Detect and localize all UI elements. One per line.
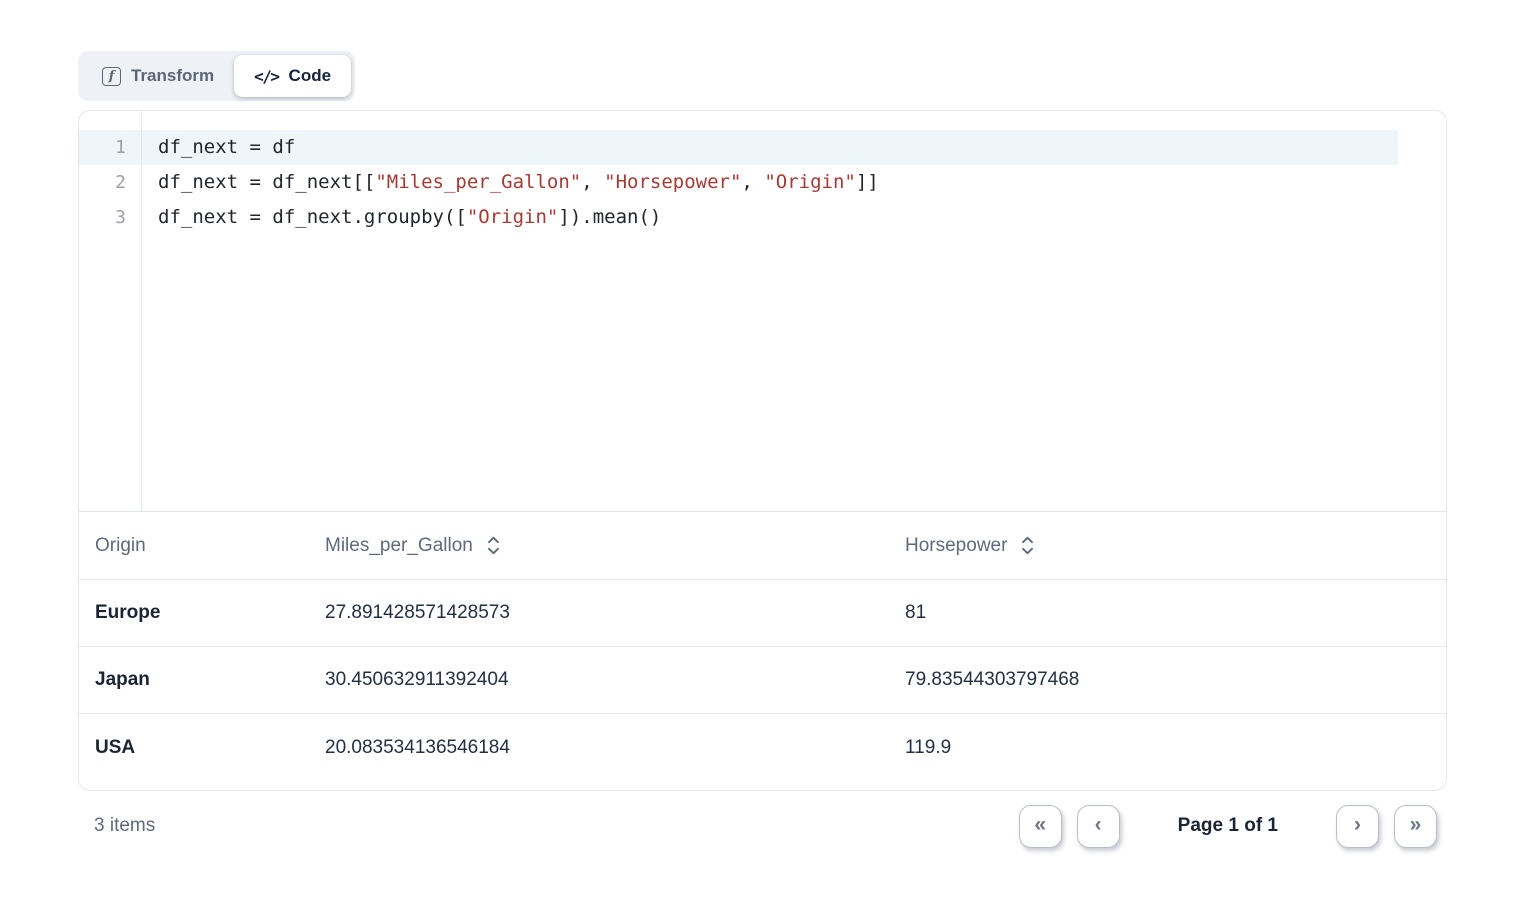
- cell-horsepower: 119.9: [905, 737, 1446, 759]
- code-text: df_next = df: [141, 130, 295, 165]
- items-count: 3 items: [94, 815, 155, 837]
- cell-miles-per-gallon: 27.891428571428573: [325, 602, 905, 624]
- view-mode-switcher: f Transform </> Code: [78, 51, 355, 101]
- table-footer: 3 items « ‹ Page 1 of 1 › »: [78, 797, 1447, 855]
- cell-origin: USA: [95, 737, 325, 759]
- double-chevron-right-icon: »: [1410, 814, 1422, 835]
- table-row: Japan 30.450632911392404 79.835443037974…: [79, 647, 1446, 714]
- result-table: Origin Miles_per_Gallon Horsepower: [79, 512, 1446, 781]
- last-page-button[interactable]: »: [1394, 805, 1437, 848]
- code-line[interactable]: 2 df_next = df_next[["Miles_per_Gallon",…: [79, 165, 1398, 200]
- code-icon: </>: [254, 67, 278, 86]
- function-icon: f: [102, 67, 121, 86]
- page-indicator: Page 1 of 1: [1178, 815, 1278, 837]
- double-chevron-left-icon: «: [1034, 814, 1046, 835]
- code-text: df_next = df_next.groupby(["Origin"]).me…: [141, 200, 661, 235]
- cell-origin: Japan: [95, 669, 325, 691]
- previous-page-button[interactable]: ‹: [1077, 805, 1120, 848]
- sort-icon[interactable]: [486, 536, 501, 555]
- gutter-divider: [141, 111, 142, 511]
- transform-cell-panel: 1 df_next = df 2 df_next = df_next[["Mil…: [78, 110, 1447, 791]
- first-page-button[interactable]: «: [1019, 805, 1062, 848]
- code-line[interactable]: 1 df_next = df: [79, 130, 1398, 165]
- sort-icon[interactable]: [1020, 536, 1035, 555]
- pagination: « ‹ Page 1 of 1 › »: [1019, 805, 1437, 848]
- tab-transform-label: Transform: [131, 66, 214, 86]
- code-editor[interactable]: 1 df_next = df 2 df_next = df_next[["Mil…: [79, 111, 1446, 512]
- table-row: Europe 27.891428571428573 81: [79, 580, 1446, 647]
- cell-horsepower: 81: [905, 602, 1446, 624]
- table-row: USA 20.083534136546184 119.9: [79, 714, 1446, 781]
- next-page-button[interactable]: ›: [1336, 805, 1379, 848]
- tab-code-label: Code: [289, 66, 332, 86]
- cell-horsepower: 79.83544303797468: [905, 669, 1446, 691]
- table-header-row: Origin Miles_per_Gallon Horsepower: [79, 512, 1446, 580]
- column-header-miles-per-gallon[interactable]: Miles_per_Gallon: [325, 535, 905, 557]
- cell-miles-per-gallon: 30.450632911392404: [325, 669, 905, 691]
- tab-code[interactable]: </> Code: [234, 55, 351, 97]
- chevron-right-icon: ›: [1354, 814, 1361, 835]
- column-header-origin: Origin: [95, 535, 325, 557]
- line-number: 3: [79, 200, 141, 235]
- column-header-horsepower[interactable]: Horsepower: [905, 535, 1446, 557]
- cell-miles-per-gallon: 20.083534136546184: [325, 737, 905, 759]
- line-number: 2: [79, 165, 141, 200]
- code-line[interactable]: 3 df_next = df_next.groupby(["Origin"]).…: [79, 200, 1398, 235]
- tab-transform[interactable]: f Transform: [82, 55, 234, 97]
- line-number: 1: [79, 130, 141, 165]
- code-text: df_next = df_next[["Miles_per_Gallon", "…: [141, 165, 879, 200]
- chevron-left-icon: ‹: [1095, 814, 1102, 835]
- cell-origin: Europe: [95, 602, 325, 624]
